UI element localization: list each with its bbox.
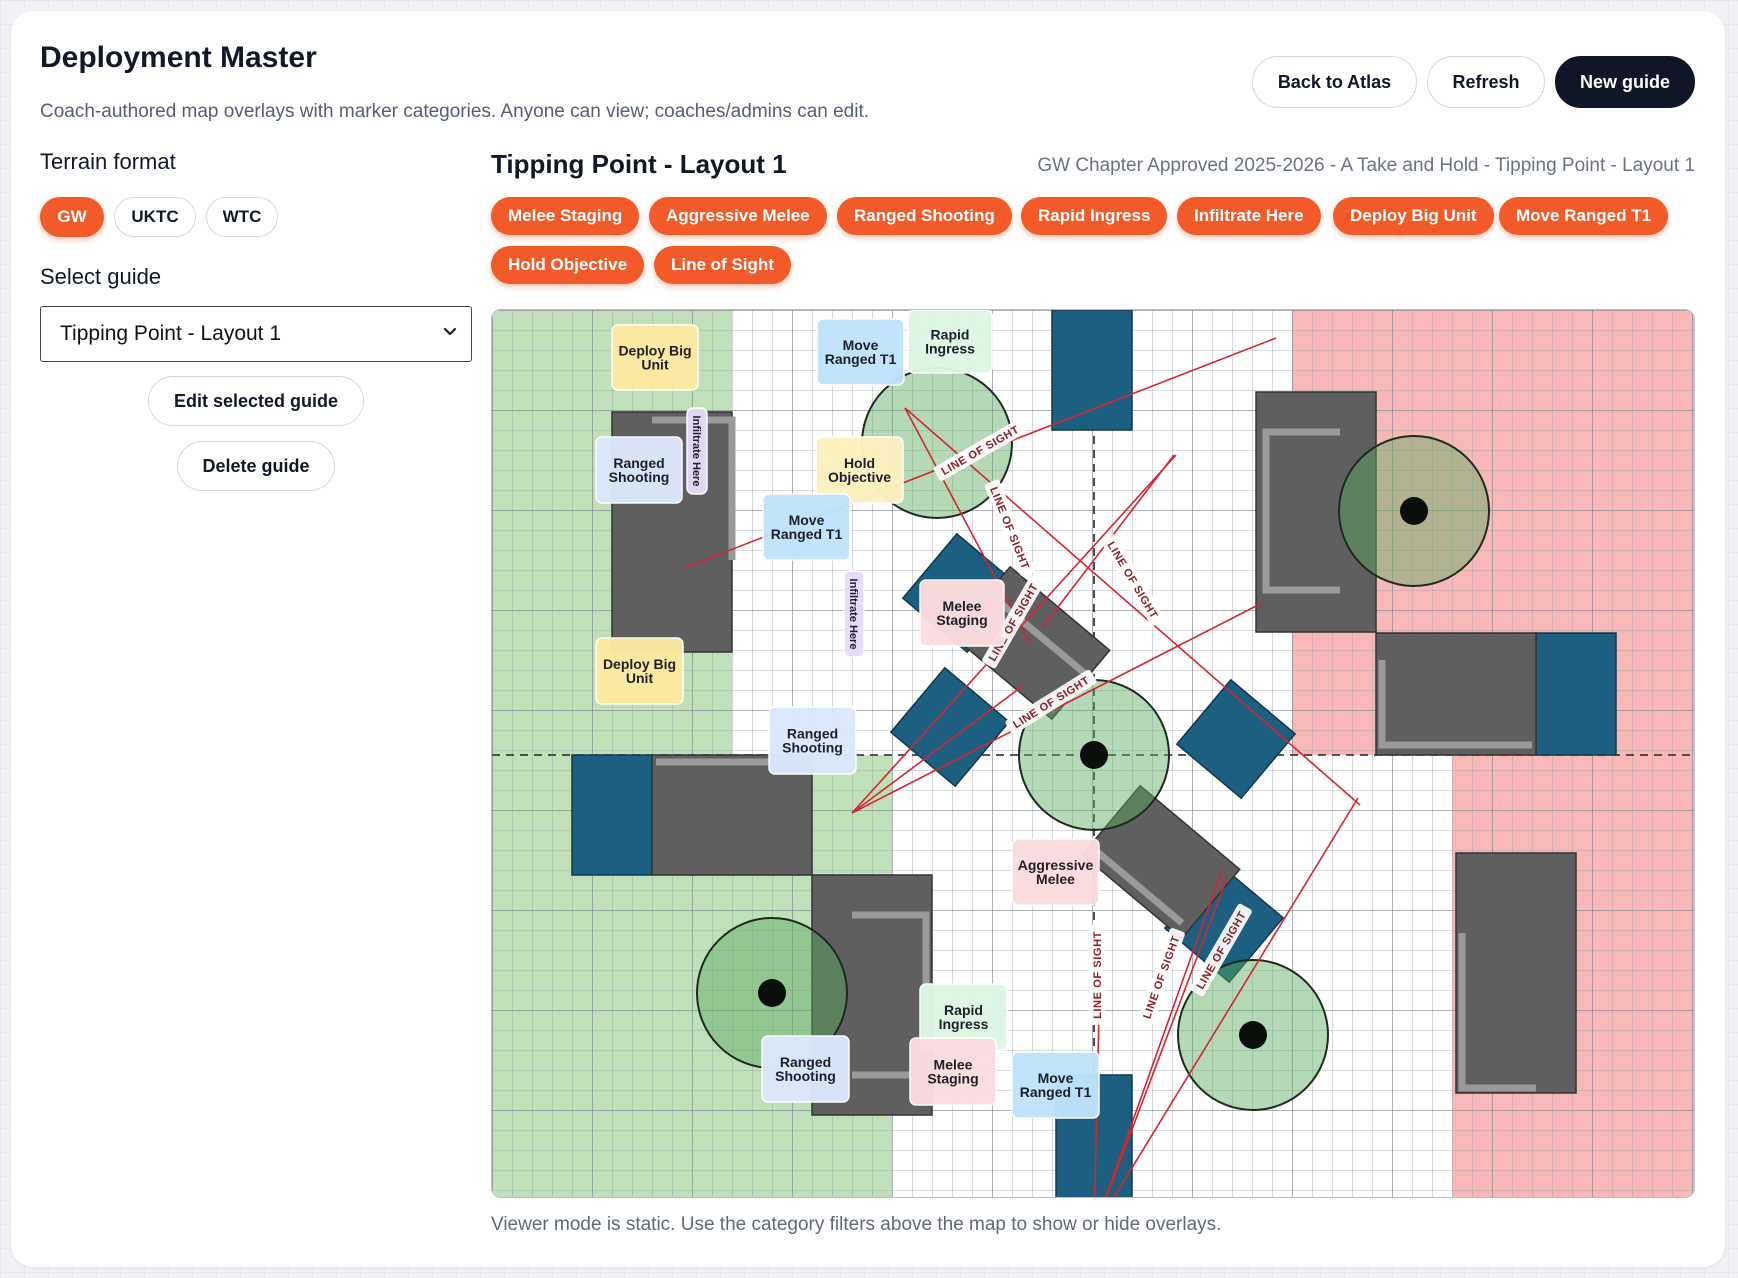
- filter-ranged-shooting[interactable]: Ranged Shooting: [837, 197, 1012, 235]
- refresh-button[interactable]: Refresh: [1427, 56, 1545, 108]
- marker-ranged[interactable]: RangedShooting: [768, 706, 857, 775]
- page-title: Deployment Master: [40, 41, 317, 74]
- marker-move[interactable]: MoveRanged T1: [1011, 1051, 1100, 1119]
- marker-move[interactable]: MoveRanged T1: [762, 493, 851, 561]
- format-gw-button[interactable]: GW: [40, 197, 104, 237]
- svg-text:Objective: Objective: [828, 469, 891, 485]
- filter-rapid-ingress[interactable]: Rapid Ingress: [1021, 197, 1168, 235]
- marker-move[interactable]: MoveRanged T1: [816, 318, 905, 386]
- svg-text:Infiltrate Here: Infiltrate Here: [847, 579, 859, 650]
- marker-infiltrate[interactable]: Infiltrate Here: [843, 570, 865, 658]
- svg-text:Unit: Unit: [626, 670, 654, 686]
- marker-deploy[interactable]: Deploy BigUnit: [611, 324, 699, 391]
- svg-text:Melee: Melee: [1036, 871, 1075, 887]
- filter-melee-staging[interactable]: Melee Staging: [491, 197, 640, 235]
- marker-melee[interactable]: MeleeStaging: [919, 579, 1005, 647]
- filter-hold-objective[interactable]: Hold Objective: [491, 246, 645, 284]
- edit-guide-button[interactable]: Edit selected guide: [148, 376, 364, 426]
- svg-text:Ranged T1: Ranged T1: [771, 526, 843, 542]
- format-wtc-button[interactable]: WTC: [206, 197, 278, 237]
- filter-aggressive-melee[interactable]: Aggressive Melee: [649, 197, 827, 235]
- viewer-footnote: Viewer mode is static. Use the category …: [491, 1214, 1222, 1235]
- svg-text:LINE OF SIGHT: LINE OF SIGHT: [1092, 931, 1104, 1019]
- svg-text:Staging: Staging: [936, 612, 987, 628]
- select-guide-label: Select guide: [40, 264, 162, 289]
- svg-text:Ingress: Ingress: [925, 341, 975, 357]
- filter-line-of-sight[interactable]: Line of Sight: [654, 246, 791, 284]
- svg-text:Shooting: Shooting: [775, 1068, 836, 1084]
- back-to-atlas-button[interactable]: Back to Atlas: [1252, 56, 1417, 108]
- main-card: Deployment Master Coach-authored map ove…: [11, 11, 1725, 1267]
- los-label: LINE OF SIGHT: [1089, 925, 1105, 1025]
- marker-melee[interactable]: MeleeStaging: [909, 1037, 997, 1106]
- filter-move-ranged-t1[interactable]: Move Ranged T1: [1499, 197, 1669, 235]
- guide-select-value: Tipping Point - Layout 1: [60, 322, 282, 345]
- delete-guide-button[interactable]: Delete guide: [177, 441, 335, 491]
- svg-text:Ranged T1: Ranged T1: [1020, 1084, 1092, 1100]
- new-guide-button[interactable]: New guide: [1555, 56, 1695, 108]
- deployment-map[interactable]: LINE OF SIGHT LINE OF SIGHT LINE OF SIGHT L…: [491, 309, 1695, 1198]
- marker-ranged[interactable]: RangedShooting: [595, 436, 683, 504]
- guide-full-name: GW Chapter Approved 2025-2026 - A Take a…: [1037, 155, 1695, 176]
- marker-aggressive[interactable]: AggressiveMelee: [1011, 838, 1100, 906]
- svg-text:Unit: Unit: [641, 357, 669, 373]
- guide-select[interactable]: Tipping Point - Layout 1: [40, 306, 472, 362]
- svg-text:Shooting: Shooting: [782, 740, 843, 756]
- format-uktc-button[interactable]: UKTC: [114, 197, 196, 237]
- svg-text:Ingress: Ingress: [939, 1016, 989, 1032]
- marker-infiltrate[interactable]: Infiltrate Here: [686, 407, 708, 495]
- svg-text:Infiltrate Here: Infiltrate Here: [690, 416, 702, 487]
- filter-infiltrate-here[interactable]: Infiltrate Here: [1177, 197, 1321, 235]
- marker-hold[interactable]: HoldObjective: [815, 436, 904, 504]
- chevron-down-icon: [443, 327, 457, 336]
- marker-ranged[interactable]: RangedShooting: [761, 1035, 850, 1103]
- page-subtitle: Coach-authored map overlays with marker …: [40, 101, 870, 122]
- terrain-format-label: Terrain format: [40, 149, 176, 174]
- svg-text:Staging: Staging: [927, 1071, 978, 1087]
- marker-rapid[interactable]: RapidIngress: [907, 310, 993, 374]
- guide-title: Tipping Point - Layout 1: [491, 149, 787, 179]
- marker-deploy[interactable]: Deploy BigUnit: [595, 637, 684, 705]
- filter-deploy-big-unit[interactable]: Deploy Big Unit: [1333, 197, 1494, 235]
- svg-text:Ranged T1: Ranged T1: [825, 351, 897, 367]
- svg-text:Shooting: Shooting: [609, 469, 670, 485]
